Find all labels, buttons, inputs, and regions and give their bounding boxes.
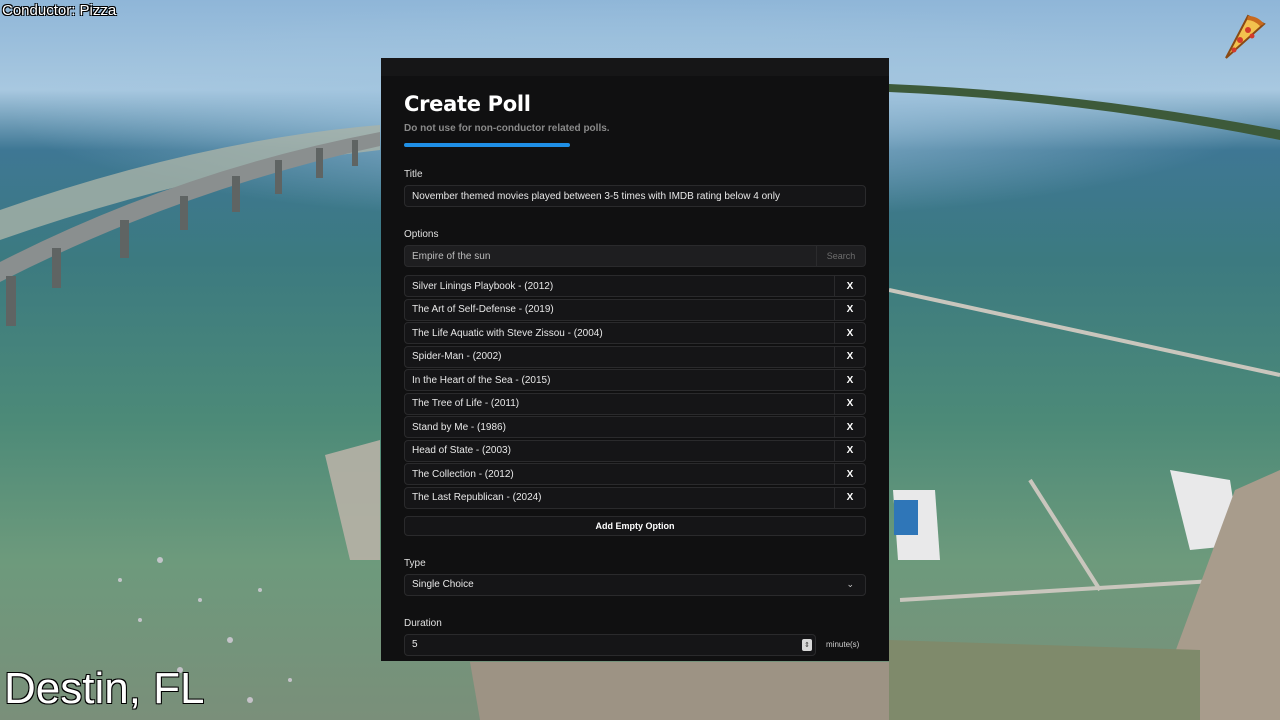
option-label[interactable]: In the Heart of the Sea - (2015) [405, 375, 834, 386]
progress-bar [404, 143, 571, 147]
list-item: Silver Linings Playbook - (2012) X [404, 275, 866, 297]
remove-option-button[interactable]: X [834, 299, 865, 320]
remove-option-button[interactable]: X [834, 440, 865, 461]
conductor-label: Conductor: Pizza [2, 2, 117, 19]
type-select-value: Single Choice [412, 579, 474, 590]
stepper-icon[interactable]: ⇕ [802, 638, 812, 651]
remove-option-button[interactable]: X [834, 346, 865, 367]
option-label[interactable]: The Life Aquatic with Steve Zissou - (20… [405, 328, 834, 339]
list-item: The Life Aquatic with Steve Zissou - (20… [404, 322, 866, 344]
list-item: In the Heart of the Sea - (2015) X [404, 369, 866, 391]
create-poll-modal: Create Poll Do not use for non-conductor… [381, 58, 889, 661]
remove-option-button[interactable]: X [834, 276, 865, 296]
remove-option-button[interactable]: X [834, 393, 865, 414]
list-item: Spider-Man - (2002) X [404, 345, 866, 368]
remove-option-button[interactable]: X [834, 417, 865, 437]
option-label[interactable]: Stand by Me - (1986) [405, 422, 834, 433]
options-list: Silver Linings Playbook - (2012) X The Ar… [404, 275, 866, 509]
list-item: The Collection - (2012) X [404, 463, 866, 485]
option-search-input[interactable]: Empire of the sun Search [404, 245, 866, 267]
title-label: Title [404, 169, 423, 180]
option-label[interactable]: The Tree of Life - (2011) [405, 398, 834, 409]
list-item: Head of State - (2003) X [404, 439, 866, 462]
remove-option-button[interactable]: X [834, 487, 865, 508]
option-label[interactable]: Silver Linings Playbook - (2012) [405, 281, 834, 292]
option-search-value: Empire of the sun [412, 250, 491, 262]
chevron-down-icon: ⌄ [846, 579, 854, 589]
duration-value: 5 [412, 639, 418, 650]
option-label[interactable]: Head of State - (2003) [405, 445, 834, 456]
options-label: Options [404, 229, 439, 240]
list-item: The Last Republican - (2024) X [404, 486, 866, 509]
remove-option-button[interactable]: X [834, 464, 865, 484]
title-input[interactable]: November themed movies played between 3-… [404, 185, 866, 207]
type-label: Type [404, 557, 426, 569]
duration-input[interactable]: 5 ⇕ [404, 633, 816, 656]
remove-option-button[interactable]: X [834, 370, 865, 390]
option-label[interactable]: The Art of Self-Defense - (2019) [405, 304, 834, 315]
option-label[interactable]: Spider-Man - (2002) [405, 351, 834, 362]
duration-row: 5 ⇕ minute(s) [404, 633, 866, 656]
remove-option-button[interactable]: X [834, 323, 865, 343]
option-label[interactable]: The Collection - (2012) [405, 469, 834, 480]
duration-label: Duration [404, 617, 442, 629]
list-item: Stand by Me - (1986) X [404, 416, 866, 438]
duration-unit: minute(s) [826, 640, 860, 649]
option-label[interactable]: The Last Republican - (2024) [405, 492, 834, 503]
add-empty-option-button[interactable]: Add Empty Option [404, 515, 866, 536]
type-select[interactable]: Single Choice ⌄ [404, 573, 866, 596]
modal-title: Create Poll [404, 92, 531, 116]
modal-subtitle: Do not use for non-conductor related pol… [404, 123, 610, 134]
pizza-icon [1218, 12, 1268, 65]
list-item: The Tree of Life - (2011) X [404, 392, 866, 415]
location-label: Destin, FL [4, 664, 205, 713]
list-item: The Art of Self-Defense - (2019) X [404, 298, 866, 321]
search-button[interactable]: Search [816, 246, 865, 266]
